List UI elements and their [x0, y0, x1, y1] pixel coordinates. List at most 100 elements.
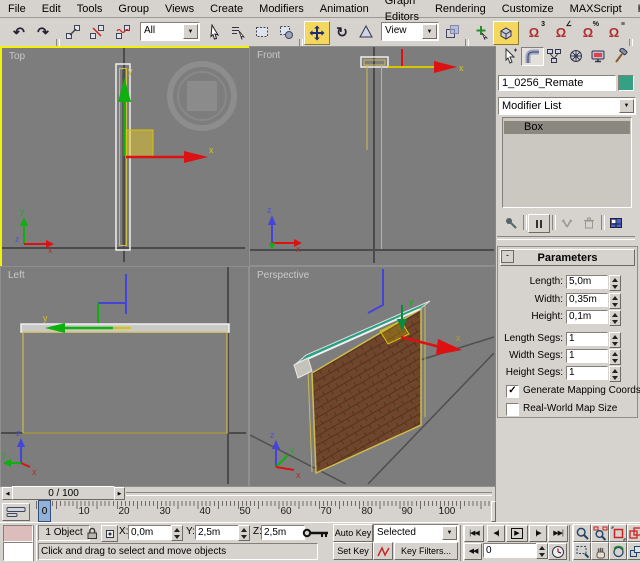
keyboard-shortcut-override-toggle[interactable] — [302, 526, 330, 539]
pan-view-button[interactable] — [591, 542, 609, 560]
viewport-left[interactable]: y z y x Left — [0, 266, 249, 487]
menu-item-group[interactable]: Group — [110, 1, 157, 17]
tab-utilities[interactable] — [609, 47, 630, 64]
move-gizmo-left[interactable] — [98, 274, 126, 327]
viewport-label-perspective[interactable]: Perspective — [257, 270, 309, 281]
length-segs-spinner[interactable] — [609, 332, 621, 348]
go-to-start-button[interactable]: |◀◀ — [464, 525, 484, 542]
menu-item-modifiers[interactable]: Modifiers — [251, 1, 312, 17]
select-and-manipulate-button[interactable] — [470, 21, 492, 43]
chevron-down-icon[interactable]: ▼ — [442, 526, 457, 540]
key-filters-button[interactable]: Key Filters... — [394, 542, 458, 560]
window-crossing-toggle-button[interactable] — [275, 21, 297, 43]
time-slider-right-arrow[interactable]: ▶ — [114, 487, 125, 500]
default-in-out-tangents-button[interactable] — [373, 542, 393, 560]
current-frame-field[interactable]: 0 — [483, 543, 539, 558]
menu-item-animation[interactable]: Animation — [312, 1, 377, 17]
pin-stack-button[interactable] — [501, 214, 521, 231]
unlink-selection-button[interactable] — [86, 21, 108, 43]
menu-item-edit[interactable]: Edit — [34, 1, 69, 17]
angle-snap-toggle-button[interactable]: Ω ∠ — [550, 21, 572, 43]
previous-frame-button[interactable]: ◀| — [487, 525, 505, 542]
time-slider-track[interactable]: ◀ 0 / 100 ▶ — [0, 485, 495, 500]
width-spinner[interactable] — [609, 293, 621, 309]
x-coordinate-field[interactable]: 0,0m — [128, 525, 174, 540]
bind-to-space-warp-button[interactable] — [112, 21, 134, 43]
modifier-stack-item-box[interactable]: Box — [504, 121, 630, 134]
time-configuration-button[interactable] — [548, 543, 567, 560]
height-segs-spinner[interactable] — [609, 366, 621, 382]
object-color-swatch[interactable] — [618, 75, 634, 91]
configure-modifier-sets-button[interactable] — [606, 214, 626, 231]
select-object-button[interactable] — [204, 21, 226, 43]
absolute-mode-transform-toggle[interactable] — [101, 525, 118, 542]
viewport-label-front[interactable]: Front — [257, 50, 280, 61]
go-to-end-button[interactable]: ▶▶| — [548, 525, 568, 542]
modifier-stack-list[interactable]: Box — [502, 117, 632, 208]
region-zoom-button[interactable] — [573, 542, 591, 560]
menu-item-tools[interactable]: Tools — [69, 1, 111, 17]
time-slider-channel[interactable] — [126, 492, 492, 496]
menu-item-create[interactable]: Create — [202, 1, 251, 17]
menu-item-file[interactable]: File — [0, 1, 34, 17]
select-by-name-button[interactable] — [227, 21, 249, 43]
tab-hierarchy[interactable] — [543, 47, 564, 64]
move-gizmo-front[interactable]: x — [388, 49, 464, 73]
percent-snap-toggle-button[interactable]: Ω % — [577, 21, 599, 43]
menu-item-maxscript[interactable]: MAXScript — [562, 1, 630, 17]
menu-item-rendering[interactable]: Rendering — [427, 1, 494, 17]
key-mode-toggle-button[interactable]: ◀◀ — [464, 543, 482, 560]
height-field[interactable]: 0,1m — [566, 310, 608, 324]
length-field[interactable]: 5,0m — [566, 275, 608, 289]
tab-create[interactable] — [499, 47, 520, 64]
rollout-collapse-icon[interactable]: - — [501, 250, 514, 263]
zoom-extents-all-button[interactable] — [627, 524, 640, 542]
auto-key-button[interactable]: Auto Key — [333, 524, 373, 542]
next-frame-button[interactable]: |▶ — [529, 525, 547, 542]
snaps-toggle-button[interactable] — [493, 21, 519, 45]
wall-object-left-view[interactable] — [21, 324, 229, 433]
length-spinner[interactable] — [609, 275, 621, 291]
y-coordinate-field[interactable]: 2,5m — [195, 525, 241, 540]
height-segs-field[interactable]: 1 — [566, 366, 608, 380]
tab-modify[interactable] — [521, 47, 544, 66]
viewport-perspective[interactable]: x y z y x Perspective — [249, 266, 497, 487]
viewport-front[interactable]: x z x Front — [249, 46, 497, 266]
time-slider-button[interactable]: 0 / 100 — [12, 486, 115, 500]
selection-lock-toggle[interactable] — [85, 525, 99, 540]
menu-item-views[interactable]: Views — [157, 1, 202, 17]
listener-splitter[interactable] — [33, 525, 37, 561]
width-segs-field[interactable]: 1 — [566, 349, 608, 363]
maxscript-mini-listener[interactable] — [3, 542, 33, 561]
select-and-link-button[interactable] — [62, 21, 84, 43]
tab-display[interactable] — [587, 47, 608, 64]
show-end-result-button[interactable] — [528, 214, 550, 233]
viewport-label-left[interactable]: Left — [8, 270, 25, 281]
object-name-field[interactable]: 1_0256_Remate — [498, 75, 616, 91]
chevron-down-icon[interactable]: ▼ — [619, 99, 634, 113]
modifier-list-dropdown[interactable]: Modifier List ▼ — [498, 97, 636, 115]
selection-set-dropdown[interactable]: Selected ▼ — [373, 524, 459, 542]
use-pivot-point-center-button[interactable] — [441, 21, 463, 43]
arc-rotate-button[interactable] — [609, 542, 627, 560]
selection-filter-dropdown[interactable]: All ▼ — [140, 22, 200, 41]
spinner-snap-toggle-button[interactable]: Ω ≡ — [603, 21, 625, 43]
z-coordinate-field[interactable]: 2,5m — [261, 525, 305, 540]
set-key-button[interactable]: Set Key — [333, 542, 373, 560]
height-spinner[interactable] — [609, 310, 621, 326]
track-bar[interactable]: 0 10 20 30 40 50 60 70 80 90 100 — [0, 500, 495, 523]
viewport-top[interactable]: y x y x z Top — [0, 46, 251, 268]
parameters-rollout-header[interactable]: Parameters — [500, 249, 635, 266]
menu-item-customize[interactable]: Customize — [494, 1, 562, 17]
make-unique-button[interactable] — [557, 214, 577, 231]
rectangular-selection-region-button[interactable] — [251, 21, 273, 43]
select-and-rotate-button[interactable]: ↻ — [331, 21, 353, 43]
select-and-move-button[interactable] — [304, 21, 330, 45]
reference-coordinate-system-dropdown[interactable]: View ▼ — [381, 22, 439, 41]
x-spinner[interactable] — [171, 525, 183, 541]
generate-mapping-checkbox[interactable]: ✓ — [506, 385, 519, 398]
real-world-map-checkbox[interactable] — [506, 403, 519, 416]
tab-motion[interactable] — [565, 47, 586, 64]
min-max-toggle-button[interactable] — [627, 542, 640, 560]
menu-item-help[interactable]: Help — [630, 1, 640, 17]
